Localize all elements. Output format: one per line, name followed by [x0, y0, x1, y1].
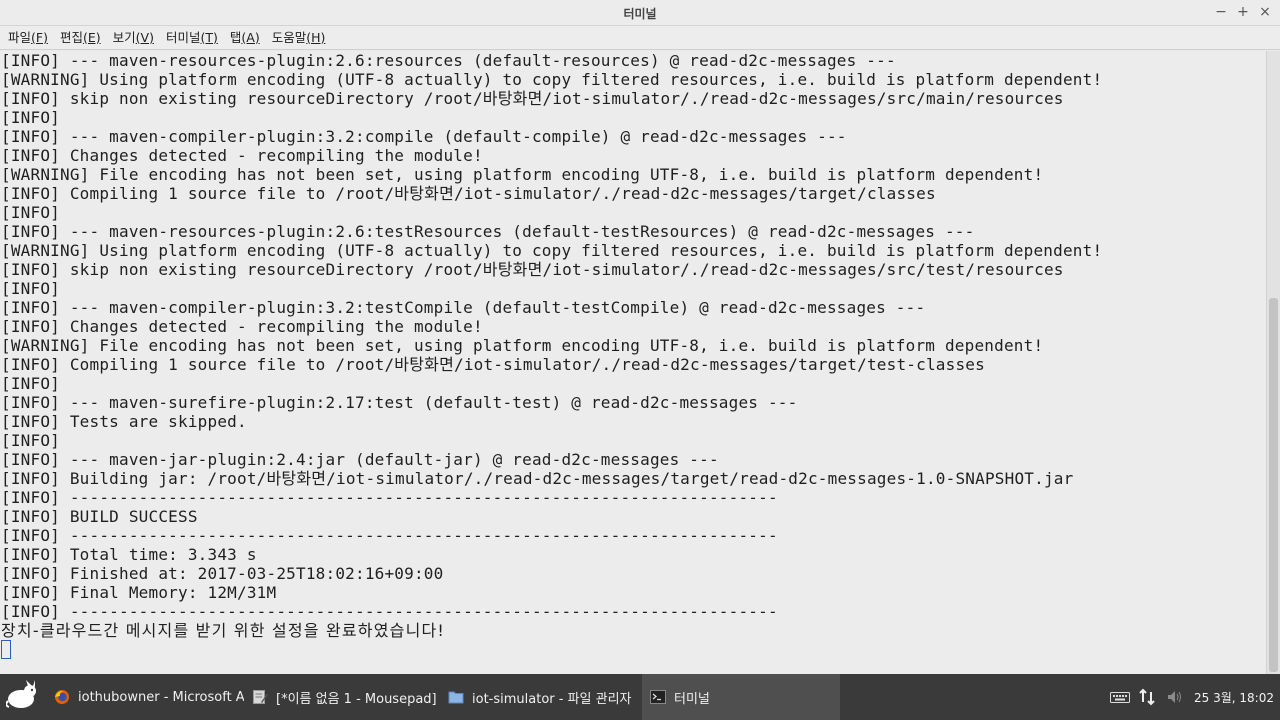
firefox-icon — [54, 689, 70, 705]
menu-bar: 파일(F) 편집(E) 보기(V) 터미널(T) 탭(A) 도움말(H) — [0, 26, 1280, 50]
terminal-line: [INFO] — [1, 374, 60, 393]
terminal-line: [INFO] Compiling 1 source file to /root/… — [1, 184, 936, 203]
terminal-line: [INFO] Total time: 3.343 s — [1, 545, 257, 564]
terminal-line: [INFO] Building jar: /root/바탕화면/iot-simu… — [1, 469, 1074, 488]
task-mousepad[interactable]: [*이름 없음 1 - Mousepad] — [244, 674, 440, 720]
terminal-line: [INFO] --- maven-compiler-plugin:3.2:com… — [1, 127, 847, 146]
terminal-scrollbar[interactable] — [1266, 51, 1280, 674]
terminal-line: [INFO] Compiling 1 source file to /root/… — [1, 355, 985, 374]
text-editor-icon — [252, 689, 268, 705]
volume-icon[interactable] — [1166, 688, 1184, 706]
keyboard-icon[interactable] — [1110, 688, 1131, 706]
terminal-line: [INFO] — [1, 279, 60, 298]
taskbar: iothubowner - Microsoft Az... [*이름 없음 1 … — [0, 674, 1280, 720]
minimize-button[interactable]: − — [1214, 3, 1228, 21]
terminal-line: [INFO] ---------------------------------… — [1, 602, 778, 621]
menu-edit[interactable]: 편집(E) — [54, 27, 107, 49]
terminal-line: [INFO] — [1, 431, 60, 450]
terminal-line: [INFO] ---------------------------------… — [1, 526, 778, 545]
task-terminal[interactable]: 터미널 — [642, 674, 840, 720]
terminal-line: [INFO] --- maven-resources-plugin:2.6:te… — [1, 222, 975, 241]
terminal-line: [INFO] Changes detected - recompiling th… — [1, 317, 483, 336]
task-firefox[interactable]: iothubowner - Microsoft Az... — [46, 674, 244, 720]
terminal-line: [INFO] BUILD SUCCESS — [1, 507, 198, 526]
terminal-line: [INFO] --- maven-surefire-plugin:2.17:te… — [1, 393, 798, 412]
xfce-mouse-icon — [5, 679, 40, 715]
terminal-line: [INFO] skip non existing resourceDirecto… — [1, 260, 1064, 279]
menu-help[interactable]: 도움말(H) — [266, 27, 332, 49]
terminal-line: [INFO] Changes detected - recompiling th… — [1, 146, 483, 165]
scrollbar-thumb[interactable] — [1269, 298, 1278, 672]
terminal-icon — [650, 689, 666, 705]
terminal-line: [INFO] --- maven-compiler-plugin:3.2:tes… — [1, 298, 926, 317]
terminal-line: [WARNING] Using platform encoding (UTF-8… — [1, 70, 1103, 89]
menu-view[interactable]: 보기(V) — [107, 27, 160, 49]
menu-terminal[interactable]: 터미널(T) — [160, 27, 224, 49]
task-file-manager[interactable]: iot-simulator - 파일 관리자 — [440, 674, 642, 720]
terminal-line: [INFO] skip non existing resourceDirecto… — [1, 89, 1064, 108]
window-titlebar: 터미널 − + × — [0, 0, 1280, 26]
completion-message: 장치-클라우드간 메시지를 받기 위한 설정을 완료하였습니다! — [1, 621, 446, 640]
terminal-line: [WARNING] File encoding has not been set… — [1, 165, 1044, 184]
terminal-output[interactable]: [INFO] --- maven-resources-plugin:2.6:re… — [0, 51, 1266, 674]
start-menu-button[interactable] — [0, 674, 46, 720]
terminal-line: [INFO] — [1, 108, 60, 127]
terminal-line: [INFO] Finished at: 2017-03-25T18:02:16+… — [1, 564, 444, 583]
folder-icon — [448, 689, 464, 705]
terminal-line: [INFO] --- maven-jar-plugin:2.4:jar (def… — [1, 450, 719, 469]
terminal-cursor — [1, 640, 11, 659]
terminal-line: [INFO] Final Memory: 12M/31M — [1, 583, 277, 602]
terminal-line: [INFO] — [1, 203, 60, 222]
terminal-line: [INFO] Tests are skipped. — [1, 412, 247, 431]
close-button[interactable]: × — [1258, 3, 1272, 21]
network-icon[interactable] — [1138, 688, 1156, 706]
clock[interactable]: 25 3월, 18:02 — [1194, 689, 1274, 706]
terminal-line: [WARNING] File encoding has not been set… — [1, 336, 1044, 355]
maximize-button[interactable]: + — [1236, 3, 1250, 21]
menu-tabs[interactable]: 탭(A) — [224, 27, 266, 49]
terminal-line: [WARNING] Using platform encoding (UTF-8… — [1, 241, 1103, 260]
terminal-line: [INFO] ---------------------------------… — [1, 488, 778, 507]
system-tray: 25 3월, 18:02 — [1110, 674, 1280, 720]
window-title: 터미널 — [623, 7, 657, 21]
menu-file[interactable]: 파일(F) — [2, 27, 54, 49]
terminal-line: [INFO] --- maven-resources-plugin:2.6:re… — [1, 51, 896, 70]
